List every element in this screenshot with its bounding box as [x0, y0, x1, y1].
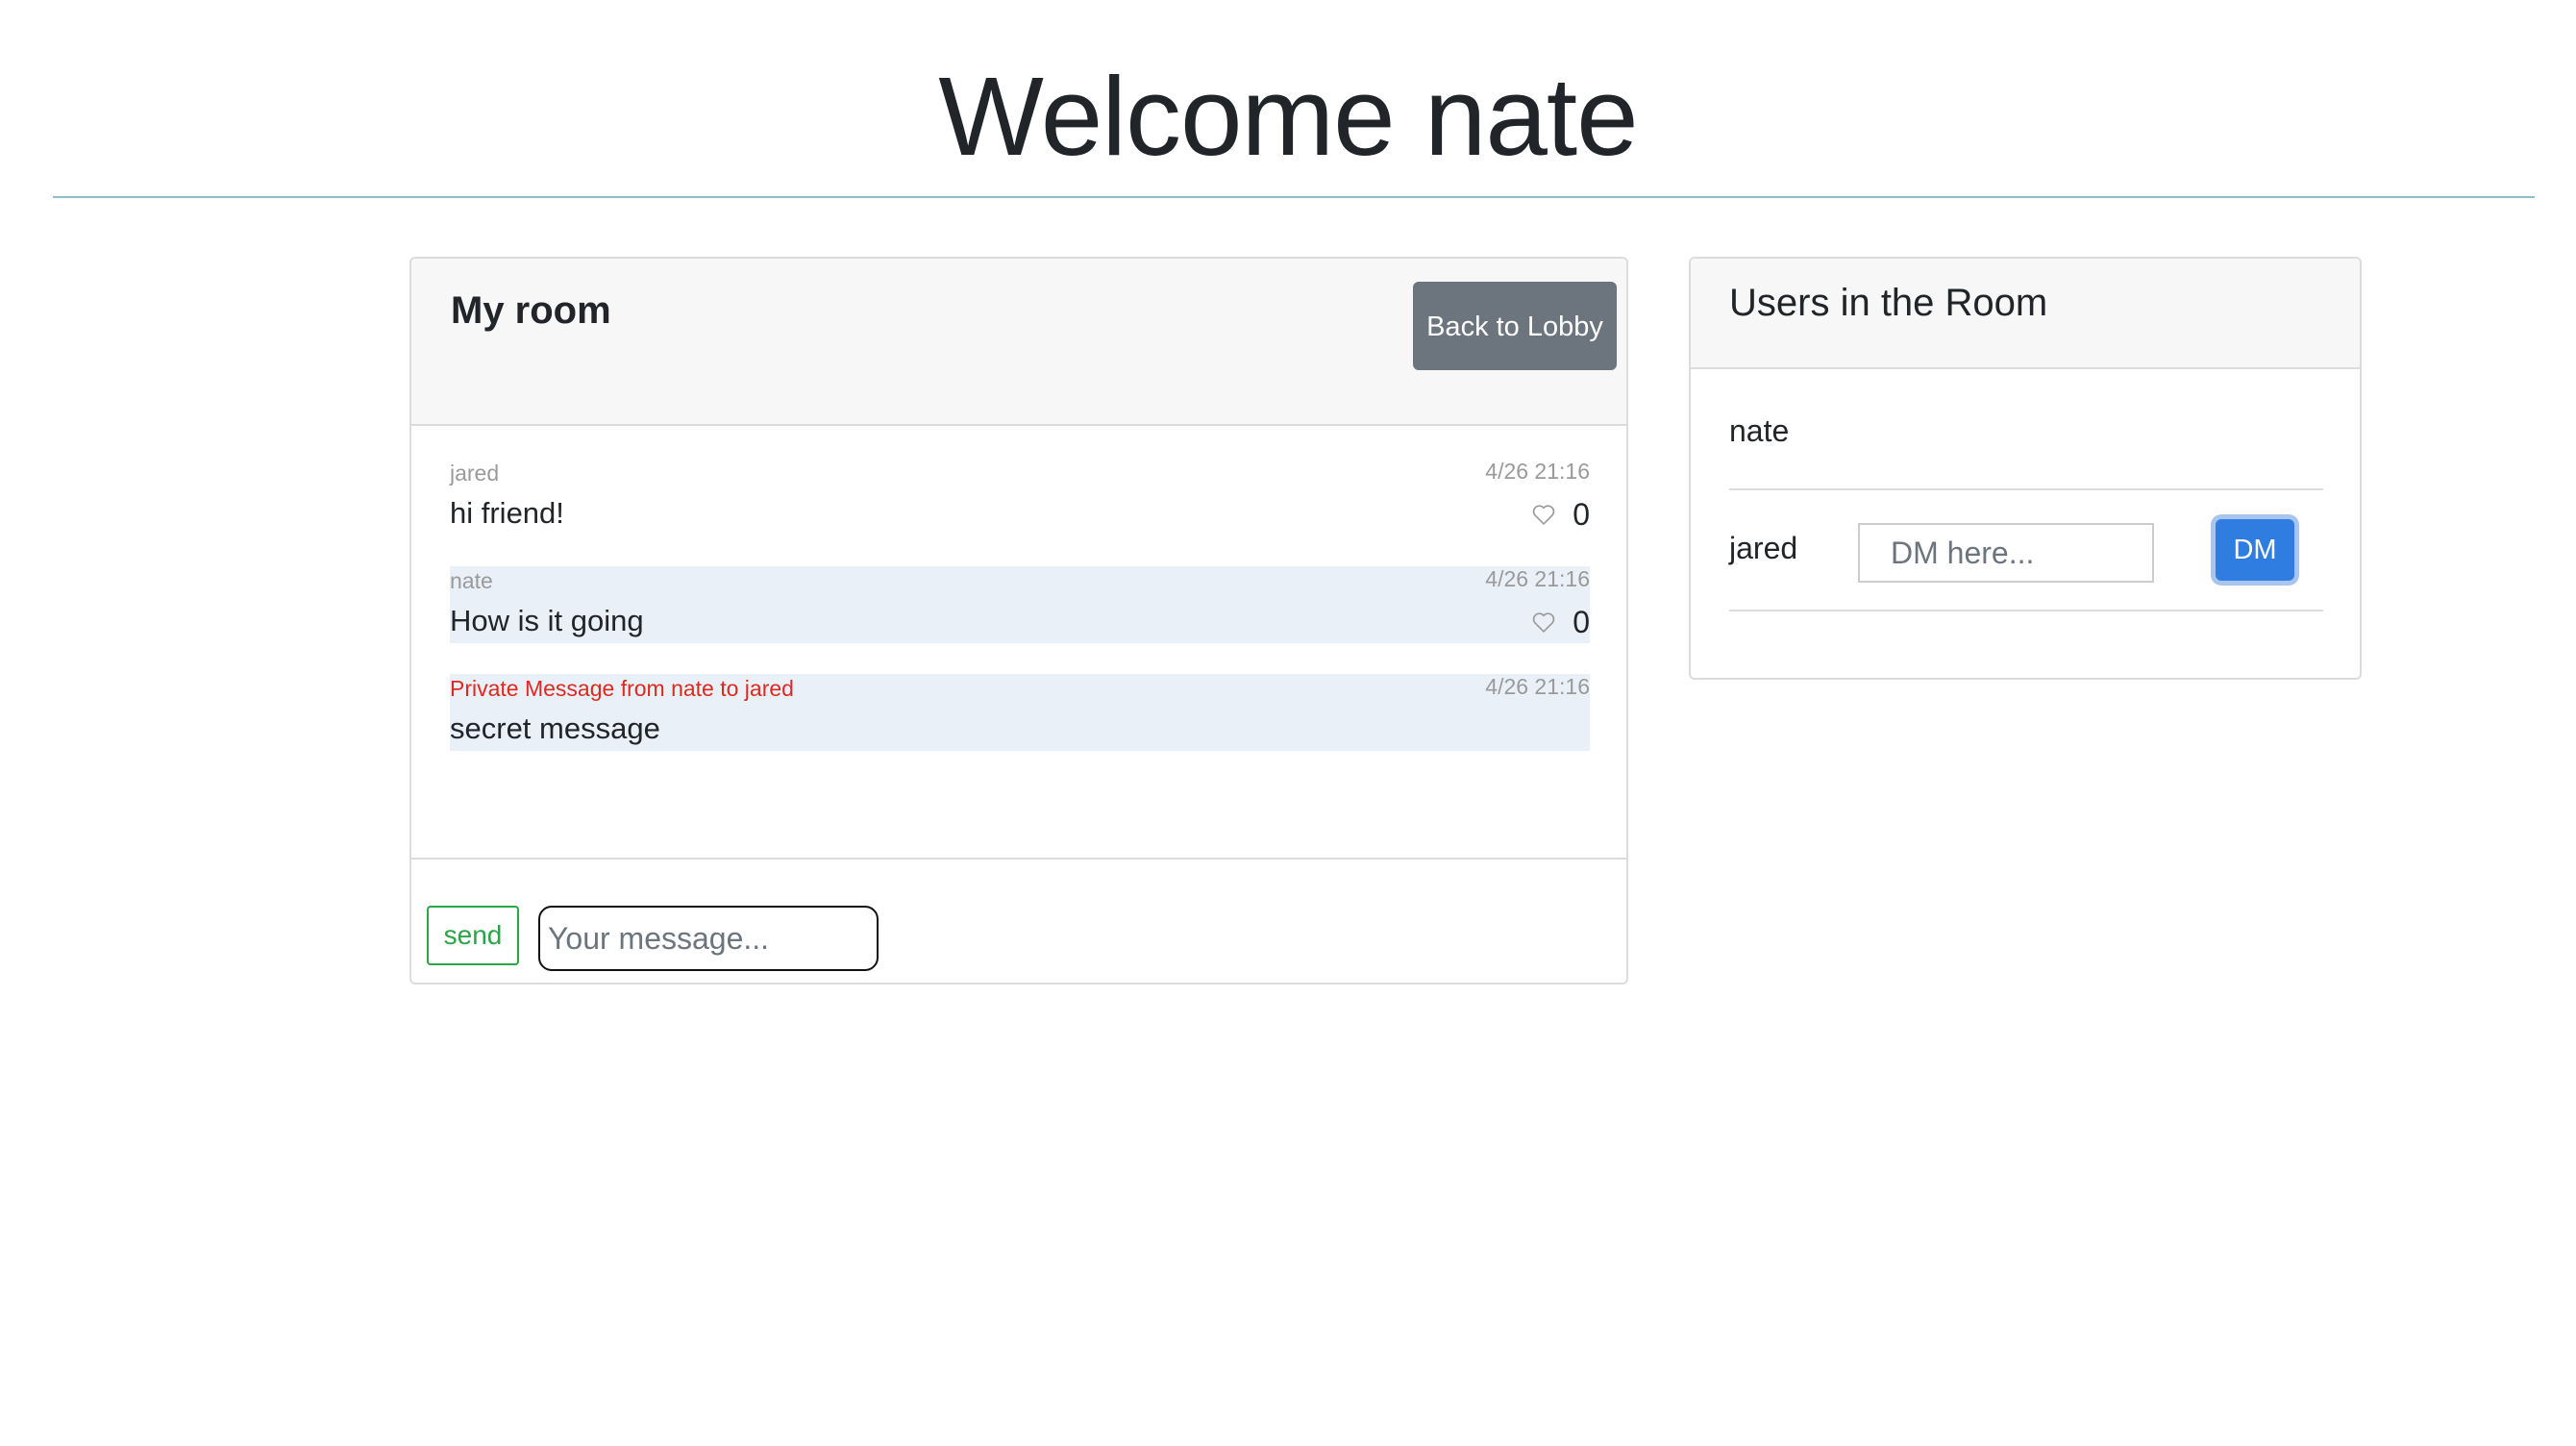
like-control: 0: [1530, 603, 1590, 641]
title-divider: [53, 196, 2535, 198]
message-sender: jared: [450, 461, 500, 486]
message-input[interactable]: [538, 906, 879, 971]
message-timestamp: 4/26 21:16: [1485, 459, 1590, 484]
like-count: 0: [1573, 604, 1590, 639]
users-header: Users in the Room: [1691, 259, 2360, 369]
message-text: hi friend!: [450, 496, 564, 530]
heart-icon[interactable]: [1530, 501, 1557, 528]
message-text: How is it going: [450, 604, 644, 637]
private-message-sender: Private Message from nate to jared: [450, 676, 794, 701]
room-header: My room Back to Lobby: [411, 259, 1626, 426]
message-timestamp: 4/26 21:16: [1485, 566, 1590, 591]
user-name: nate: [1729, 413, 1790, 448]
message-timestamp: 4/26 21:16: [1485, 674, 1590, 699]
like-control: 0: [1530, 495, 1590, 534]
user-row: nate: [1729, 369, 2323, 490]
message-list: jared 4/26 21:16 hi friend! 0 nate 4/26 …: [450, 459, 1590, 782]
message-text: secret message: [450, 711, 660, 745]
message-composer: send: [411, 858, 1626, 983]
dm-button[interactable]: DM: [2216, 519, 2294, 581]
heart-icon[interactable]: [1530, 609, 1557, 636]
message-item: nate 4/26 21:16 How is it going 0: [450, 566, 1590, 643]
private-message-item: Private Message from nate to jared 4/26 …: [450, 674, 1590, 751]
user-row: jared DM: [1729, 490, 2323, 611]
message-item: jared 4/26 21:16 hi friend! 0: [450, 459, 1590, 536]
like-count: 0: [1573, 496, 1590, 532]
users-title: Users in the Room: [1729, 282, 2048, 324]
room-title: My room: [451, 289, 611, 332]
message-sender: nate: [450, 568, 493, 593]
chat-room-panel: My room Back to Lobby jared 4/26 21:16 h…: [409, 257, 1628, 985]
send-button[interactable]: send: [427, 906, 519, 965]
page-title: Welcome nate: [938, 54, 1638, 179]
user-name: jared: [1729, 531, 1798, 565]
dm-input[interactable]: [1858, 523, 2154, 583]
back-to-lobby-button[interactable]: Back to Lobby: [1413, 282, 1617, 370]
users-panel: Users in the Room nate jared DM: [1689, 257, 2362, 680]
